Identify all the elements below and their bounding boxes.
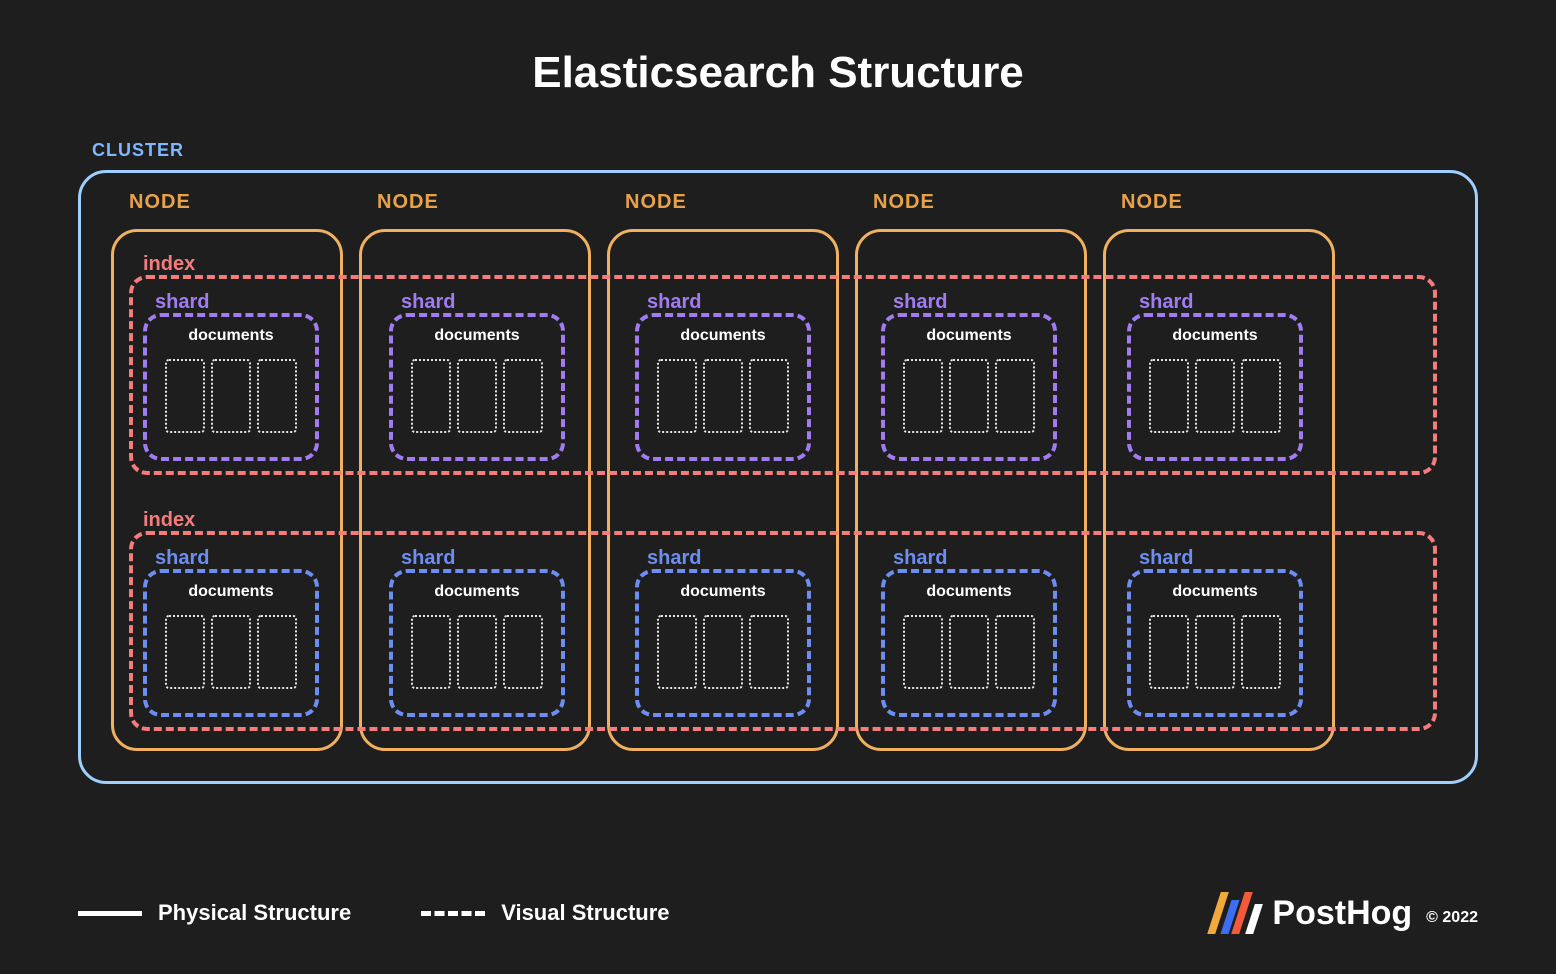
documents-row [411,615,543,689]
documents-label: documents [885,327,1053,345]
document-icon [657,359,697,433]
documents-row [657,615,789,689]
documents-label: documents [1131,327,1299,345]
document-icon [903,615,943,689]
documents-row [903,615,1035,689]
documents-label: documents [885,583,1053,601]
document-icon [657,615,697,689]
diagram-title: Elasticsearch Structure [0,0,1556,98]
document-icon [995,359,1035,433]
shard-label: shard [647,291,701,314]
cluster-box: NODE NODE NODE NODE NODE index index sha… [78,170,1478,784]
shard-1-5: shard documents [1127,313,1303,461]
documents-row [1149,359,1281,433]
node-label-4: NODE [873,191,935,214]
documents-label: documents [393,327,561,345]
documents-row [165,615,297,689]
documents-label: documents [147,327,315,345]
document-icon [411,359,451,433]
document-icon [457,615,497,689]
shard-label: shard [893,291,947,314]
shard-label: shard [893,547,947,570]
document-icon [1241,359,1281,433]
document-icon [995,615,1035,689]
node-label-3: NODE [625,191,687,214]
document-icon [165,615,205,689]
shard-label: shard [155,547,209,570]
document-icon [257,359,297,433]
legend-physical-label: Physical Structure [158,900,351,926]
document-icon [411,615,451,689]
shard-2-3: shard documents [635,569,811,717]
shard-label: shard [1139,547,1193,570]
document-icon [457,359,497,433]
document-icon [749,615,789,689]
shard-1-2: shard documents [389,313,565,461]
shard-2-1: shard documents [143,569,319,717]
cluster-label: CLUSTER [92,140,184,161]
shard-label: shard [401,291,455,314]
dashed-line-icon [421,911,485,916]
brand-copyright: © 2022 [1426,909,1478,927]
documents-label: documents [639,327,807,345]
legend: Physical Structure Visual Structure [78,900,670,926]
shard-2-5: shard documents [1127,569,1303,717]
document-icon [949,615,989,689]
brand-name: PostHog [1272,894,1412,933]
document-icon [503,359,543,433]
documents-row [657,359,789,433]
document-icon [903,359,943,433]
legend-physical: Physical Structure [78,900,351,926]
shard-2-2: shard documents [389,569,565,717]
document-icon [1149,359,1189,433]
document-icon [1195,615,1235,689]
solid-line-icon [78,911,142,916]
document-icon [1149,615,1189,689]
documents-row [903,359,1035,433]
node-label-1: NODE [129,191,191,214]
documents-label: documents [393,583,561,601]
brand-footer: PostHog © 2022 [1214,892,1478,934]
posthog-logo-icon [1214,892,1258,934]
documents-row [165,359,297,433]
document-icon [703,615,743,689]
shard-1-3: shard documents [635,313,811,461]
documents-label: documents [639,583,807,601]
shard-1-1: shard documents [143,313,319,461]
shard-1-4: shard documents [881,313,1057,461]
shard-label: shard [647,547,701,570]
document-icon [703,359,743,433]
node-label-5: NODE [1121,191,1183,214]
documents-row [411,359,543,433]
documents-label: documents [1131,583,1299,601]
document-icon [1195,359,1235,433]
documents-row [1149,615,1281,689]
shard-label: shard [401,547,455,570]
legend-visual-label: Visual Structure [501,900,669,926]
document-icon [165,359,205,433]
document-icon [211,615,251,689]
document-icon [211,359,251,433]
legend-visual: Visual Structure [421,900,669,926]
index-label-1: index [143,253,195,276]
document-icon [1241,615,1281,689]
document-icon [503,615,543,689]
shard-label: shard [1139,291,1193,314]
shard-2-4: shard documents [881,569,1057,717]
node-label-2: NODE [377,191,439,214]
shard-label: shard [155,291,209,314]
document-icon [949,359,989,433]
documents-label: documents [147,583,315,601]
document-icon [749,359,789,433]
document-icon [257,615,297,689]
index-label-2: index [143,509,195,532]
